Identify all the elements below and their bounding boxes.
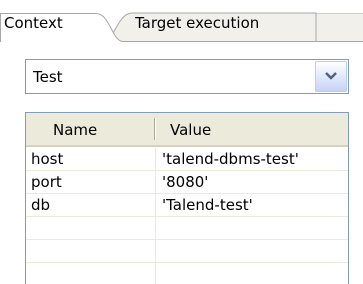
table-header: Name Value xyxy=(26,113,348,147)
tab-bar-filler xyxy=(313,13,363,41)
tab-target-execution[interactable]: Target execution xyxy=(104,0,320,42)
cell-value: '8080' xyxy=(162,173,209,191)
cell-name: db xyxy=(31,196,51,214)
column-header-name[interactable]: Name xyxy=(53,113,97,145)
cell-value: 'talend-dbms-test' xyxy=(162,150,299,168)
table-row-empty[interactable] xyxy=(26,240,348,263)
cell-name: port xyxy=(31,173,62,191)
tab-bar: Target execution Context xyxy=(0,0,363,42)
table-body: host 'talend-dbms-test' port '8080' db '… xyxy=(26,148,348,263)
context-select-value: Test xyxy=(33,68,63,86)
table-row[interactable]: db 'Talend-test' xyxy=(26,194,348,217)
cell-value: 'Talend-test' xyxy=(162,196,253,214)
context-view: Target execution Context Test Name Value xyxy=(0,0,363,284)
table-row[interactable]: port '8080' xyxy=(26,171,348,194)
tab-target-execution-label: Target execution xyxy=(135,14,260,32)
context-select-dropdown-button[interactable] xyxy=(315,61,347,92)
table-row[interactable]: host 'talend-dbms-test' xyxy=(26,148,348,171)
column-separator[interactable] xyxy=(154,118,155,140)
tab-context-label: Context xyxy=(4,14,63,32)
table-row-empty[interactable] xyxy=(26,217,348,240)
context-table: Name Value host 'talend-dbms-test' port … xyxy=(25,112,349,284)
cell-name: host xyxy=(31,150,64,168)
context-select[interactable]: Test xyxy=(25,59,349,94)
column-header-value[interactable]: Value xyxy=(170,113,211,145)
chevron-down-icon xyxy=(325,72,337,80)
tab-context[interactable]: Context xyxy=(0,0,124,42)
